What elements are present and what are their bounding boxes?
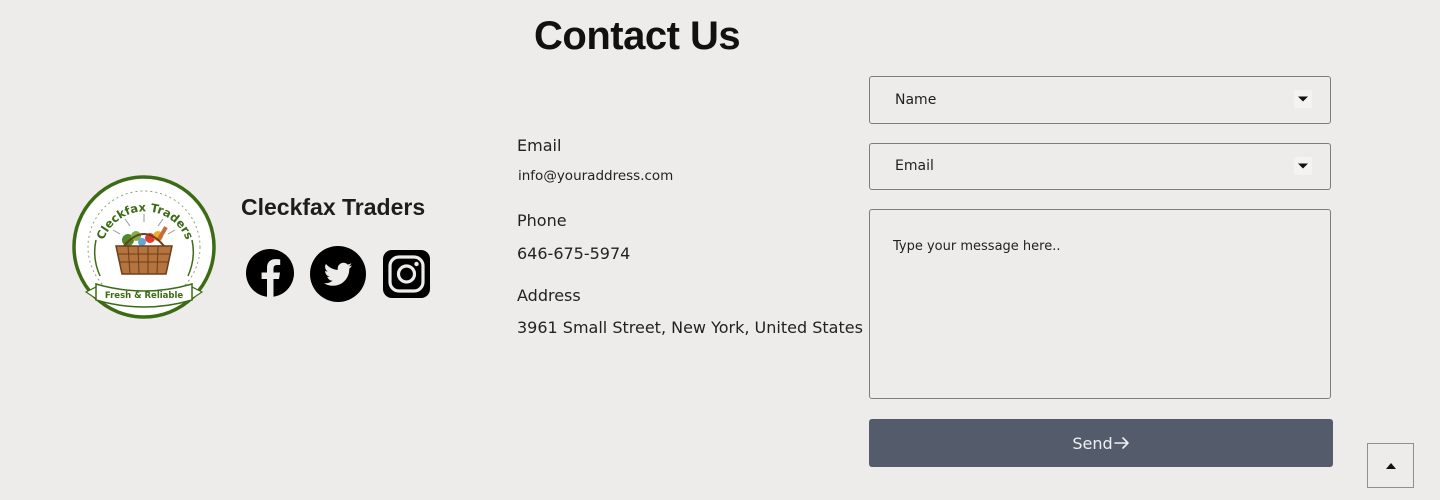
page-title: Contact Us	[534, 14, 741, 58]
brand-logo: Cleckfax Traders Fresh & Reliable	[70, 174, 218, 324]
message-field[interactable]: Type your message here..	[869, 209, 1331, 399]
send-label: Send	[1072, 433, 1113, 453]
scroll-to-top-button[interactable]	[1367, 443, 1414, 488]
address-value: 3961 Small Street, New York, United Stat…	[517, 318, 863, 337]
twitter-icon[interactable]	[310, 246, 366, 302]
email-placeholder: Email	[895, 158, 934, 174]
name-field[interactable]: Name	[869, 76, 1331, 124]
message-placeholder: Type your message here..	[893, 239, 1061, 254]
email-value: info@youraddress.com	[518, 168, 674, 184]
instagram-icon[interactable]	[379, 246, 435, 302]
phone-label: Phone	[517, 211, 567, 230]
caret-up-icon	[1386, 463, 1396, 469]
address-label: Address	[517, 286, 581, 305]
svg-text:Fresh & Reliable: Fresh & Reliable	[105, 291, 184, 301]
phone-value: 646-675-5974	[517, 244, 631, 263]
name-placeholder: Name	[895, 92, 937, 108]
chevron-down-icon[interactable]	[1294, 157, 1312, 175]
email-field[interactable]: Email	[869, 143, 1331, 190]
send-button[interactable]: Send	[869, 419, 1333, 467]
brand-name: Cleckfax Traders	[241, 194, 426, 220]
arrow-right-icon	[1113, 435, 1130, 451]
chevron-down-icon[interactable]	[1294, 90, 1312, 108]
facebook-icon[interactable]	[243, 246, 299, 302]
email-label: Email	[517, 136, 562, 155]
